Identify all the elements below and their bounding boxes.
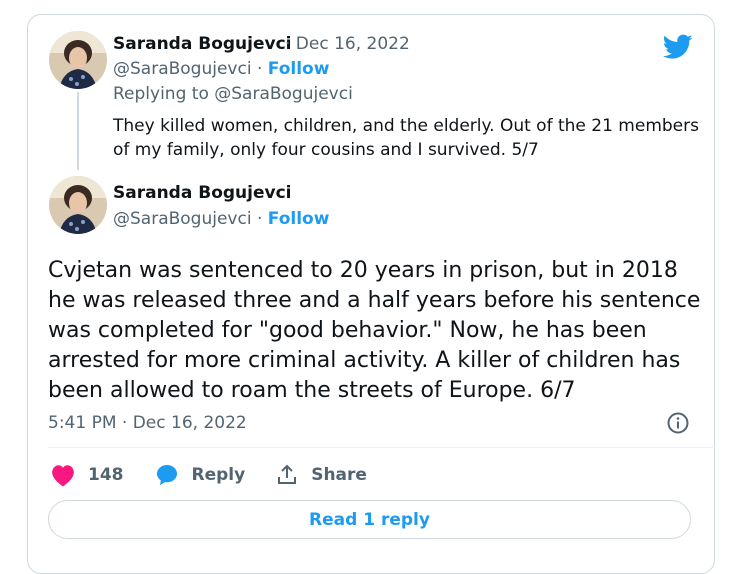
like-count: 148 [88, 465, 124, 485]
reply-label: Reply [191, 465, 246, 485]
tweet-date[interactable]: · Dec 16, 2022 [285, 34, 410, 54]
heart-icon [52, 465, 74, 487]
avatar[interactable] [49, 176, 107, 234]
author-handle: @SaraBogujevci · Follow [113, 59, 329, 79]
separator: · [256, 209, 263, 229]
handle-text[interactable]: @SaraBogujevci [113, 59, 252, 79]
read-replies-button[interactable]: Read 1 reply [48, 500, 691, 539]
like-button[interactable]: 148 [50, 463, 124, 487]
divider [48, 447, 716, 448]
share-icon [278, 464, 297, 484]
share-button[interactable]: Share [275, 463, 367, 487]
share-label: Share [311, 465, 367, 485]
reply-bubble-icon [156, 465, 177, 485]
reply-button[interactable]: Reply [154, 463, 246, 487]
separator: · [256, 59, 263, 79]
thread-connector-line [77, 92, 79, 170]
author-name[interactable]: Saranda Bogujevci [113, 34, 291, 54]
main-tweet-text: Cvjetan was sentenced to 20 years in pri… [48, 258, 701, 403]
author-name[interactable]: Saranda Bogujevci [113, 183, 291, 203]
replying-to-label[interactable]: Replying to @SaraBogujevci [113, 84, 353, 104]
author-handle: @SaraBogujevci · Follow [113, 209, 329, 229]
follow-link[interactable]: Follow [268, 209, 330, 229]
action-bar: 148 Reply Share [50, 460, 397, 490]
tweet-timestamp[interactable]: 5:41 PM · Dec 16, 2022 [48, 413, 247, 433]
info-icon[interactable] [666, 411, 690, 435]
tweet-text: They killed women, children, and the eld… [113, 116, 699, 160]
follow-link[interactable]: Follow [268, 59, 330, 79]
handle-text[interactable]: @SaraBogujevci [113, 209, 252, 229]
twitter-bird-icon[interactable] [663, 34, 693, 60]
avatar[interactable] [49, 31, 107, 89]
